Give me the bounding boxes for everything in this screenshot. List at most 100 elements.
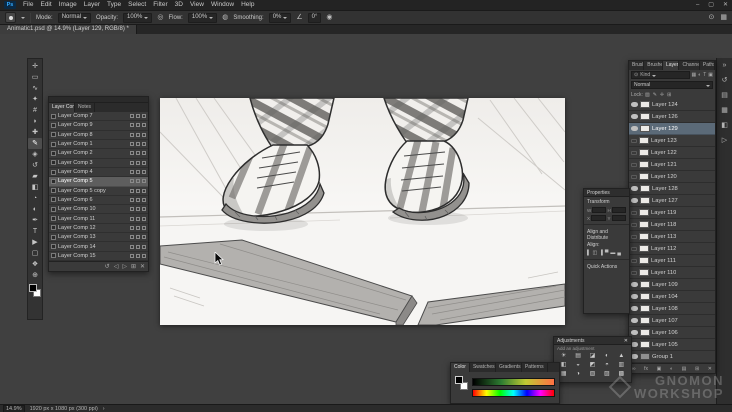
layer-row[interactable]: Layer 126	[629, 111, 715, 123]
comp-visibility-icon[interactable]	[130, 132, 134, 137]
transform-field[interactable]: H	[608, 207, 626, 213]
layer-thumbnail[interactable]	[640, 197, 650, 204]
comp-position-icon[interactable]	[136, 253, 140, 258]
close-button[interactable]: ✕	[723, 0, 728, 10]
visibility-eye-icon[interactable]	[631, 306, 638, 311]
comp-appearance-icon[interactable]	[142, 132, 146, 137]
visibility-eye-icon[interactable]	[631, 330, 638, 335]
comp-visibility-icon[interactable]	[130, 123, 134, 128]
transform-field[interactable]: Y	[608, 215, 626, 221]
layer-comp-row[interactable]: Layer Comp 15	[49, 252, 148, 261]
layer-thumbnail[interactable]	[640, 341, 650, 348]
layer-filter-kind-select[interactable]: ⊙ Kind	[631, 71, 691, 79]
comp-position-icon[interactable]	[136, 235, 140, 240]
comp-position-icon[interactable]	[136, 197, 140, 202]
comp-visibility-icon[interactable]	[130, 225, 134, 230]
transform-field[interactable]: X	[587, 215, 606, 221]
layer-comp-row[interactable]: Layer Comp 11	[49, 214, 148, 224]
blur-tool[interactable]: ◔	[28, 193, 42, 204]
comp-appearance-icon[interactable]	[142, 207, 146, 212]
photo-filter-icon[interactable]: ◓	[600, 361, 613, 369]
healing-brush-tool[interactable]: ✚	[28, 127, 42, 138]
swatches-panel-icon[interactable]: ▤	[721, 91, 728, 99]
layer-thumbnail[interactable]	[640, 185, 650, 192]
comp-visibility-icon[interactable]	[130, 151, 134, 156]
history-panel-icon[interactable]: ↺	[722, 76, 728, 84]
layer-comp-row[interactable]: Layer Comp 5	[49, 177, 148, 187]
lock-position-icon[interactable]: ✛	[660, 91, 664, 99]
layer-row[interactable]: Layer 108	[629, 303, 715, 315]
eyedropper-tool[interactable]: ◗	[28, 116, 42, 127]
zoom-level-field[interactable]: 14.9%	[3, 404, 25, 412]
comp-appearance-icon[interactable]	[142, 114, 146, 119]
comp-visibility-icon[interactable]	[130, 170, 134, 175]
layer-comp-row[interactable]: Layer Comp 1	[49, 140, 148, 150]
layer-thumbnail[interactable]	[640, 293, 650, 300]
visibility-eye-icon[interactable]	[631, 138, 637, 143]
visibility-eye-icon[interactable]	[631, 162, 637, 167]
flow-select[interactable]: 100%	[187, 12, 218, 23]
layer-row[interactable]: Layer 118	[629, 219, 715, 231]
comp-appearance-icon[interactable]	[142, 170, 146, 175]
panel-tab[interactable]: Notes	[75, 103, 96, 112]
layer-row[interactable]: Layer 122	[629, 147, 715, 159]
search-icon[interactable]: ⊙	[709, 12, 715, 23]
pressure-opacity-icon[interactable]: ◎	[157, 12, 163, 23]
gradient-tool[interactable]: ◧	[28, 182, 42, 193]
layer-row[interactable]: Layer 106	[629, 327, 715, 339]
comp-visibility-icon[interactable]	[130, 179, 134, 184]
visibility-eye-icon[interactable]	[631, 282, 638, 287]
layer-comp-row[interactable]: Layer Comp 10	[49, 205, 148, 215]
transform-input[interactable]	[591, 215, 606, 221]
comp-visibility-icon[interactable]	[130, 244, 134, 249]
layer-row[interactable]: Layer 119	[629, 207, 715, 219]
filter-pixel-layers-icon[interactable]: ▦	[691, 71, 696, 79]
gradients-panel-icon[interactable]: ◧	[721, 121, 728, 129]
layer-thumbnail[interactable]	[639, 245, 649, 252]
shape-tool[interactable]: ▢	[28, 248, 42, 259]
path-selection-tool[interactable]: ▶	[28, 237, 42, 248]
layer-style-icon[interactable]: fx	[644, 365, 648, 373]
comp-appearance-icon[interactable]	[142, 160, 146, 165]
layer-row[interactable]: Group 1	[629, 351, 715, 363]
apply-comp-icon[interactable]	[51, 150, 56, 156]
layer-comp-row[interactable]: Layer Comp 6	[49, 196, 148, 206]
visibility-eye-icon[interactable]	[631, 222, 637, 227]
zoom-tool[interactable]: ⊕	[28, 270, 42, 281]
align-hcenter-icon[interactable]: ◫	[593, 250, 598, 256]
transform-input[interactable]	[611, 215, 626, 221]
comp-appearance-icon[interactable]	[142, 151, 146, 156]
layer-comp-row[interactable]: Layer Comp 12	[49, 224, 148, 234]
layer-thumbnail[interactable]	[640, 317, 650, 324]
apply-comp-icon[interactable]	[51, 169, 56, 175]
transform-input[interactable]	[611, 207, 626, 213]
foreground-color-swatch[interactable]	[455, 376, 463, 384]
visibility-eye-icon[interactable]	[631, 114, 638, 119]
panel-tab[interactable]: Layers	[662, 61, 680, 70]
foreground-background-swatches[interactable]	[29, 284, 41, 297]
layer-row[interactable]: Layer 128	[629, 183, 715, 195]
menu-item[interactable]: Help	[241, 0, 254, 10]
pressure-size-icon[interactable]: ◉	[326, 12, 332, 23]
add-layer-mask-icon[interactable]: ▣	[657, 365, 662, 373]
crop-tool[interactable]: #	[28, 105, 42, 116]
new-adjustment-layer-icon[interactable]: ◐	[670, 365, 673, 373]
color-ramp-spectrum[interactable]	[472, 389, 555, 397]
menu-item[interactable]: Select	[128, 0, 146, 10]
apply-comp-icon[interactable]	[51, 225, 56, 231]
foreground-color-swatch[interactable]	[29, 284, 37, 292]
layer-thumbnail[interactable]	[639, 137, 649, 144]
visibility-eye-icon[interactable]	[631, 270, 637, 275]
menu-item[interactable]: Filter	[153, 0, 167, 10]
color-balance-icon[interactable]: ◒	[571, 361, 584, 369]
comp-visibility-icon[interactable]	[130, 142, 134, 147]
new-group-icon[interactable]: ▤	[682, 365, 687, 373]
minimize-button[interactable]: –	[696, 0, 699, 10]
panel-tab[interactable]: Layer Comps	[49, 103, 75, 112]
new-layer-icon[interactable]: ⊞	[695, 365, 699, 373]
maximize-button[interactable]: ▢	[708, 0, 714, 10]
transform-field[interactable]: W	[587, 207, 606, 213]
comp-visibility-icon[interactable]	[130, 216, 134, 221]
eraser-tool[interactable]: ▰	[28, 171, 42, 182]
airbrush-icon[interactable]: ◍	[222, 12, 228, 23]
